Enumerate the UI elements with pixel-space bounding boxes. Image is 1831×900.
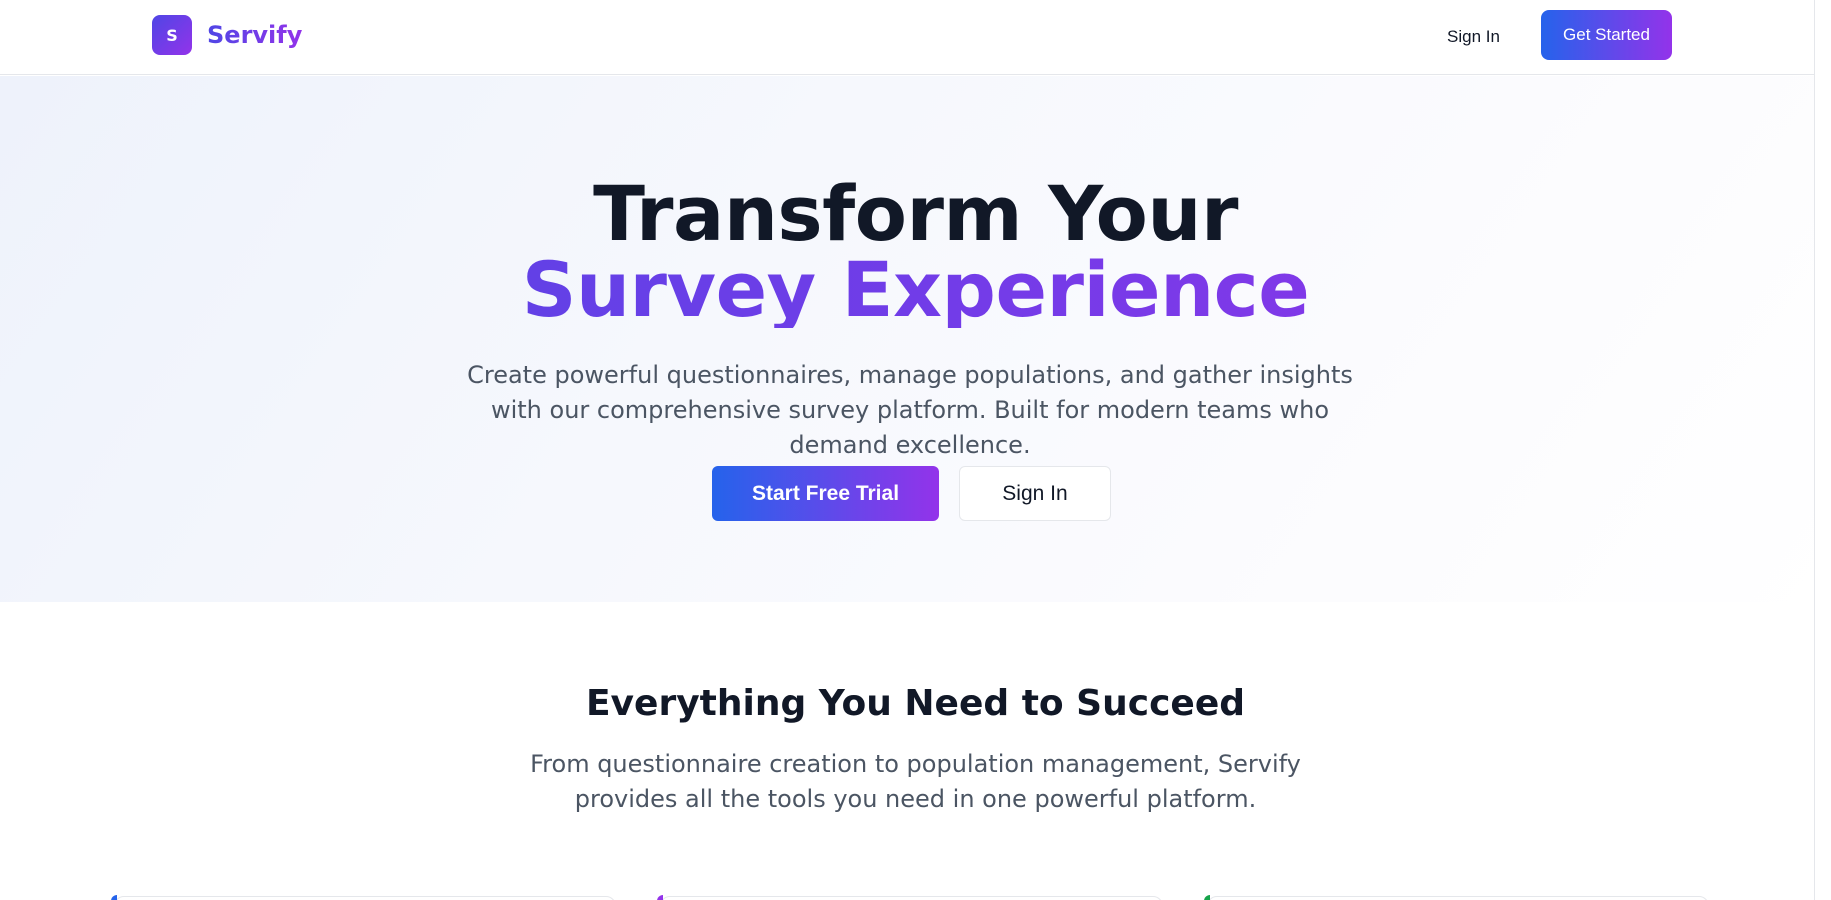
brand-name: Servify xyxy=(207,21,303,49)
start-free-trial-button[interactable]: Start Free Trial xyxy=(712,466,939,521)
card-accent xyxy=(111,895,117,900)
nav-sign-in-button[interactable]: Sign In xyxy=(1425,17,1522,57)
card-accent xyxy=(1204,895,1210,900)
card-accent xyxy=(657,895,663,900)
get-started-button[interactable]: Get Started xyxy=(1541,10,1672,60)
hero-sign-in-button[interactable]: Sign In xyxy=(959,466,1111,521)
features-subtitle: From questionnaire creation to populatio… xyxy=(530,750,1301,813)
feature-card xyxy=(111,895,616,900)
hero-title-line2: Survey Experience xyxy=(0,252,1831,328)
hero-section: Transform Your Survey Experience Create … xyxy=(0,76,1831,602)
feature-card xyxy=(657,895,1163,900)
vertical-scrollbar[interactable] xyxy=(1814,0,1831,900)
brand[interactable]: S Servify xyxy=(152,15,302,55)
top-navbar: S Servify Sign In Get Started xyxy=(0,0,1831,75)
feature-card xyxy=(1204,895,1709,900)
hero-title-line1: Transform Your xyxy=(593,169,1238,258)
brand-logo-icon: S xyxy=(152,15,192,55)
hero-title: Transform Your Survey Experience xyxy=(0,176,1831,328)
hero-subtitle: Create powerful questionnaires, manage p… xyxy=(467,361,1353,459)
features-title: Everything You Need to Succeed xyxy=(585,683,1246,724)
